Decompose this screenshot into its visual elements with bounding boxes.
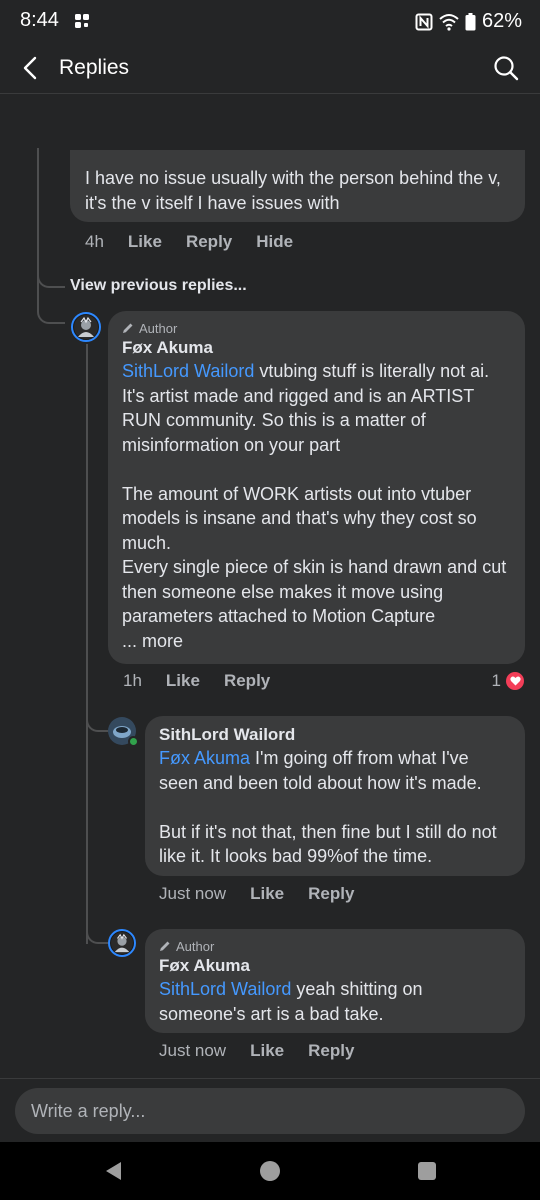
thread-line xyxy=(86,344,88,944)
pencil-icon xyxy=(123,323,133,333)
commenter-name[interactable]: SithLord Wailord xyxy=(159,724,511,746)
comment-bubble[interactable]: Author Føx Akuma SithLord Wailord vtubin… xyxy=(108,311,525,664)
thread-connector xyxy=(86,924,108,944)
notification-dots-icon xyxy=(75,14,89,28)
comment-actions: Just now Like Reply xyxy=(159,884,378,904)
nav-recents-icon[interactable] xyxy=(416,1160,438,1182)
avatar-image-icon xyxy=(74,315,98,339)
pencil-icon xyxy=(160,941,170,951)
reply-button[interactable]: Reply xyxy=(224,671,270,691)
search-icon xyxy=(494,56,519,81)
reply-composer: Write a reply... xyxy=(0,1078,540,1142)
comment-thread: I have no issue usually with the person … xyxy=(0,94,540,1078)
comment-bubble[interactable]: SithLord Wailord Føx Akuma I'm going off… xyxy=(145,716,525,876)
comment-actions: 1h Like Reply xyxy=(123,671,294,691)
page-title: Replies xyxy=(59,56,130,79)
thread-connector xyxy=(37,284,65,324)
see-more-link[interactable]: ... more xyxy=(122,629,511,654)
reply-input[interactable]: Write a reply... xyxy=(15,1088,525,1134)
reply-button[interactable]: Reply xyxy=(308,884,354,904)
like-button[interactable]: Like xyxy=(128,232,162,252)
commenter-name[interactable]: Føx Akuma xyxy=(122,337,511,359)
author-badge: Author xyxy=(122,319,511,337)
comment-text: SithLord Wailord yeah shitting on someon… xyxy=(159,979,423,1024)
like-button[interactable]: Like xyxy=(166,671,200,691)
comment-text: Føx Akuma I'm going off from what I've s… xyxy=(159,748,482,793)
reply-button[interactable]: Reply xyxy=(186,232,232,252)
comment-time: Just now xyxy=(159,1041,227,1060)
comment-text: SithLord Wailord vtubing stuff is litera… xyxy=(122,361,490,455)
heart-icon xyxy=(506,672,524,690)
system-nav-bar xyxy=(0,1142,540,1200)
mention-link[interactable]: SithLord Wailord xyxy=(159,979,291,999)
avatar[interactable] xyxy=(108,929,136,957)
view-previous-replies-link[interactable]: View previous replies... xyxy=(70,277,247,295)
back-button[interactable] xyxy=(14,52,46,84)
like-button[interactable]: Like xyxy=(250,884,284,904)
online-status-dot xyxy=(128,736,139,747)
reply-button[interactable]: Reply xyxy=(308,1041,354,1061)
comment-time: 1h xyxy=(123,671,142,690)
commenter-name[interactable]: Føx Akuma xyxy=(159,955,511,977)
thread-connector xyxy=(86,694,108,732)
comment-bubble[interactable]: I have no issue usually with the person … xyxy=(70,150,525,222)
like-button[interactable]: Like xyxy=(250,1041,284,1061)
search-button[interactable] xyxy=(490,52,522,84)
nav-home-icon[interactable] xyxy=(259,1160,281,1182)
status-time: 8:44 xyxy=(20,9,59,31)
avatar[interactable] xyxy=(71,312,101,342)
wifi-icon xyxy=(439,13,459,31)
thread-connector xyxy=(37,148,65,288)
battery-icon xyxy=(465,12,476,30)
comment-time: Just now xyxy=(159,884,227,903)
comment-bubble[interactable]: Author Føx Akuma SithLord Wailord yeah s… xyxy=(145,929,525,1033)
comment-actions: Just now Like Reply xyxy=(159,1041,378,1061)
comment-text: Every single piece of skin is hand drawn… xyxy=(122,557,507,626)
hide-button[interactable]: Hide xyxy=(256,232,293,252)
comment-actions: 4h Like Reply Hide xyxy=(85,232,317,252)
app-bar: Replies xyxy=(0,42,540,94)
battery-percent: 62% xyxy=(481,10,522,32)
reaction-count[interactable]: 1 xyxy=(492,671,524,691)
comment-text: But if it's not that, then fine but I st… xyxy=(159,821,497,867)
comment-time: 4h xyxy=(85,232,104,251)
status-bar: 8:44 62% xyxy=(0,0,540,42)
comment-text: I have no issue usually with the person … xyxy=(85,168,501,213)
back-arrow-icon xyxy=(23,56,37,80)
mention-link[interactable]: Føx Akuma xyxy=(159,748,250,768)
comment-text: The amount of WORK artists out into vtub… xyxy=(122,483,477,553)
avatar-image-icon xyxy=(111,932,133,954)
nfc-icon xyxy=(415,13,433,30)
nav-back-icon[interactable] xyxy=(103,1160,125,1182)
author-badge: Author xyxy=(159,937,511,955)
mention-link[interactable]: SithLord Wailord xyxy=(122,361,254,381)
